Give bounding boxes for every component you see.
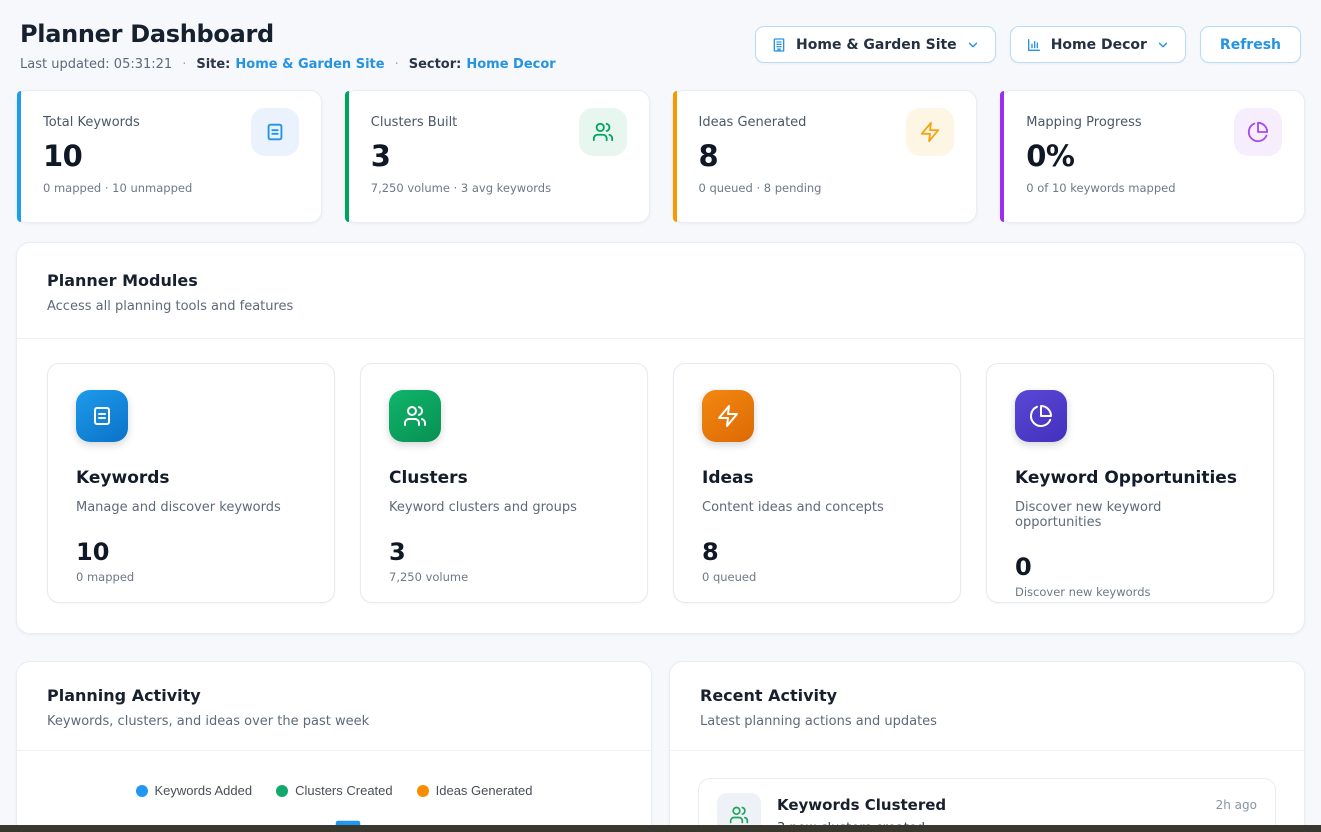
panel-title: Planner Modules bbox=[47, 271, 1274, 290]
panel-divider bbox=[17, 338, 1304, 339]
stat-subtitle: 0 mapped · 10 unmapped bbox=[43, 181, 299, 195]
document-icon bbox=[76, 390, 128, 442]
page-title: Planner Dashboard bbox=[20, 20, 556, 48]
module-description: Discover new keyword opportunities bbox=[1015, 500, 1245, 530]
module-value: 10 bbox=[76, 538, 306, 566]
legend-label: Keywords Added bbox=[155, 783, 253, 798]
last-updated-value: 05:31:21 bbox=[114, 57, 172, 72]
site-selector-label: Home & Garden Site bbox=[796, 37, 957, 53]
module-description: Keyword clusters and groups bbox=[389, 500, 619, 515]
users-icon bbox=[579, 108, 627, 156]
chart-legend: Keywords Added Clusters Created Ideas Ge… bbox=[17, 783, 651, 798]
chevron-down-icon bbox=[966, 38, 980, 52]
activity-item-keywords-clustered: Keywords Clustered 3 new clusters create… bbox=[698, 778, 1276, 832]
building-icon bbox=[771, 37, 787, 53]
module-title: Clusters bbox=[389, 468, 619, 488]
stat-subtitle: 7,250 volume · 3 avg keywords bbox=[371, 181, 627, 195]
lightning-icon bbox=[702, 390, 754, 442]
page-meta: Last updated: 05:31:21 · Site: Home & Ga… bbox=[20, 57, 556, 72]
header-left: Planner Dashboard Last updated: 05:31:21… bbox=[20, 20, 556, 72]
panel-subtitle: Access all planning tools and features bbox=[47, 299, 1274, 314]
stat-subtitle: 0 of 10 keywords mapped bbox=[1026, 181, 1282, 195]
sector-link[interactable]: Home Decor bbox=[466, 57, 555, 72]
last-updated-label: Last updated: bbox=[20, 57, 110, 72]
module-caption: 7,250 volume bbox=[389, 570, 619, 584]
legend-dot-blue bbox=[136, 785, 148, 797]
module-value: 3 bbox=[389, 538, 619, 566]
module-value: 8 bbox=[702, 538, 932, 566]
module-description: Manage and discover keywords bbox=[76, 500, 306, 515]
legend-dot-orange bbox=[417, 785, 429, 797]
planner-modules-panel: Planner Modules Access all planning tool… bbox=[16, 242, 1305, 634]
legend-item-clusters-created[interactable]: Clusters Created bbox=[276, 783, 393, 798]
legend-label: Ideas Generated bbox=[436, 783, 533, 798]
module-card-keywords[interactable]: Keywords Manage and discover keywords 10… bbox=[47, 363, 335, 603]
taskbar-edge bbox=[0, 825, 1321, 832]
card-title: Planning Activity bbox=[47, 686, 621, 705]
site-label: Site: bbox=[196, 57, 230, 72]
module-card-ideas[interactable]: Ideas Content ideas and concepts 8 0 que… bbox=[673, 363, 961, 603]
planning-activity-card: Planning Activity Keywords, clusters, an… bbox=[16, 661, 652, 832]
site-link[interactable]: Home & Garden Site bbox=[235, 57, 384, 72]
legend-label: Clusters Created bbox=[295, 783, 393, 798]
planning-activity-head: Planning Activity Keywords, clusters, an… bbox=[17, 662, 651, 729]
users-icon bbox=[389, 390, 441, 442]
module-value: 0 bbox=[1015, 553, 1245, 581]
recent-activity-head: Recent Activity Latest planning actions … bbox=[670, 662, 1304, 729]
sector-selector-dropdown[interactable]: Home Decor bbox=[1010, 26, 1186, 63]
refresh-button-label: Refresh bbox=[1220, 37, 1281, 53]
pie-chart-icon bbox=[1015, 390, 1067, 442]
module-title: Ideas bbox=[702, 468, 932, 488]
bar-chart-icon bbox=[1026, 37, 1042, 53]
stat-card-mapping-progress: Mapping Progress 0% 0 of 10 keywords map… bbox=[999, 90, 1305, 223]
module-caption: 0 mapped bbox=[76, 570, 306, 584]
module-caption: Discover new keywords bbox=[1015, 585, 1245, 599]
chevron-down-icon bbox=[1156, 38, 1170, 52]
header-actions: Home & Garden Site Home Decor Refresh bbox=[755, 26, 1301, 63]
card-title: Recent Activity bbox=[700, 686, 1274, 705]
stat-card-ideas-generated: Ideas Generated 8 0 queued · 8 pending bbox=[672, 90, 978, 223]
recent-activity-card: Recent Activity Latest planning actions … bbox=[669, 661, 1305, 832]
bottom-row: Planning Activity Keywords, clusters, an… bbox=[16, 661, 1305, 832]
meta-separator: · bbox=[182, 57, 186, 72]
stat-card-total-keywords: Total Keywords 10 0 mapped · 10 unmapped bbox=[16, 90, 322, 223]
card-divider bbox=[17, 750, 651, 751]
refresh-button[interactable]: Refresh bbox=[1200, 26, 1301, 63]
modules-grid: Keywords Manage and discover keywords 10… bbox=[47, 363, 1274, 603]
module-description: Content ideas and concepts bbox=[702, 500, 932, 515]
module-caption: 0 queued bbox=[702, 570, 932, 584]
legend-item-ideas-generated[interactable]: Ideas Generated bbox=[417, 783, 533, 798]
meta-separator: · bbox=[395, 57, 399, 72]
module-card-keyword-opportunities[interactable]: Keyword Opportunities Discover new keywo… bbox=[986, 363, 1274, 603]
module-title: Keywords bbox=[76, 468, 306, 488]
card-subtitle: Keywords, clusters, and ideas over the p… bbox=[47, 714, 621, 729]
activity-list: Keywords Clustered 3 new clusters create… bbox=[670, 751, 1304, 832]
module-title: Keyword Opportunities bbox=[1015, 468, 1245, 488]
lightning-icon bbox=[906, 108, 954, 156]
stat-subtitle: 0 queued · 8 pending bbox=[699, 181, 955, 195]
card-subtitle: Latest planning actions and updates bbox=[700, 714, 1274, 729]
stat-card-clusters-built: Clusters Built 3 7,250 volume · 3 avg ke… bbox=[344, 90, 650, 223]
legend-dot-green bbox=[276, 785, 288, 797]
pie-chart-icon bbox=[1234, 108, 1282, 156]
module-card-clusters[interactable]: Clusters Keyword clusters and groups 3 7… bbox=[360, 363, 648, 603]
legend-item-keywords-added[interactable]: Keywords Added bbox=[136, 783, 253, 798]
stat-cards-row: Total Keywords 10 0 mapped · 10 unmapped… bbox=[16, 90, 1305, 223]
activity-title: Keywords Clustered bbox=[777, 796, 1200, 814]
planner-dashboard-page: Planner Dashboard Last updated: 05:31:21… bbox=[0, 0, 1321, 832]
document-icon bbox=[251, 108, 299, 156]
sector-selector-label: Home Decor bbox=[1051, 37, 1147, 53]
page-header: Planner Dashboard Last updated: 05:31:21… bbox=[16, 20, 1305, 72]
sector-label: Sector: bbox=[409, 57, 462, 72]
site-selector-dropdown[interactable]: Home & Garden Site bbox=[755, 26, 996, 63]
activity-timestamp: 2h ago bbox=[1216, 793, 1257, 812]
